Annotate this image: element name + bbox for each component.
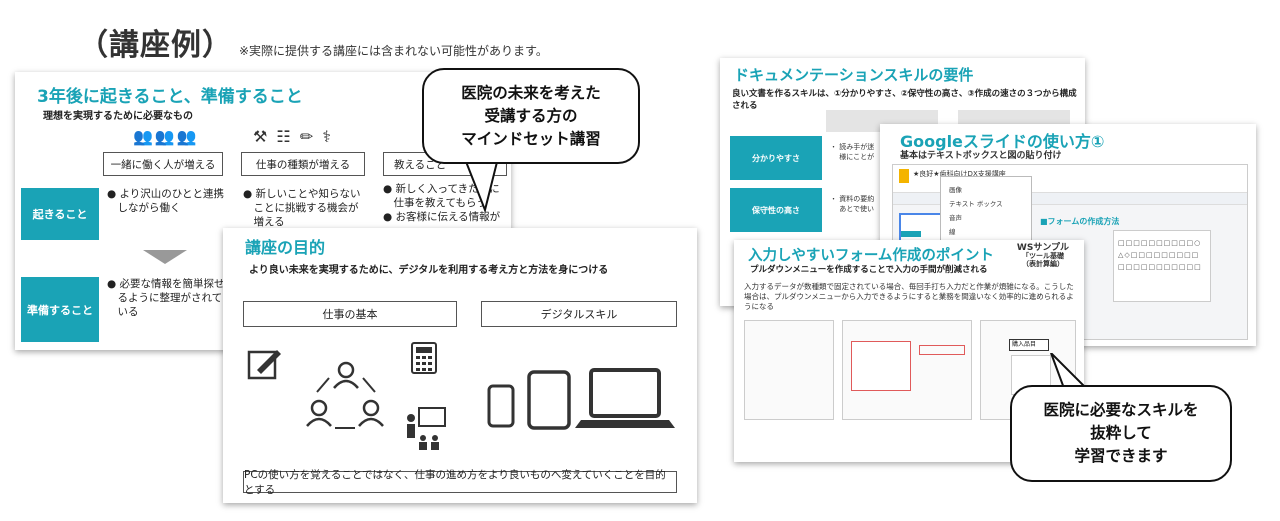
calculator-icon — [411, 342, 437, 374]
shape-palette[interactable]: □□□□□□□□□□○△◇□□□□□□□□□□□□□□□□□□□□ — [1113, 230, 1211, 302]
box-more-job-types: 仕事の種類が増える — [241, 152, 365, 176]
slide-thumbnail[interactable] — [899, 213, 943, 243]
heading-main: （講座例） — [78, 28, 233, 63]
bullet-organize-info: ● 必要な情報を簡単探せ るように整理がされて いる — [107, 278, 225, 318]
box-digital-skills: デジタルスキル — [481, 301, 677, 327]
side-label-maintainability: 保守性の高さ — [730, 188, 822, 232]
ws-badge-title: WSサンプル — [1016, 243, 1070, 253]
menu-item-textbox[interactable]: テキスト ボックス — [949, 197, 1031, 211]
slide2-title: 講座の目的 — [245, 238, 326, 257]
ws-badge-line-1: 「ツール基礎 — [1022, 252, 1064, 260]
callout2-line-1: 医院に必要なスキルを — [1043, 401, 1199, 419]
callout-skills: 医院に必要なスキルを 抜粋して 学習できます — [1010, 385, 1232, 482]
slide5-paragraph: 入力するデータが数種類で固定されている場合、毎回手打ち入力だと作業が煩雑になる。… — [744, 282, 1074, 311]
callout1-line-1: 医院の未来を考えた — [461, 83, 601, 102]
callout2-line-2: 抜粋して — [1090, 424, 1152, 442]
dropdown-cell[interactable]: 購入品目 — [1009, 339, 1049, 351]
slides-logo-icon — [899, 169, 909, 183]
slide1-title: 3年後に起きること、準備すること — [37, 87, 303, 107]
side-label-clarity: 分かりやすさ — [730, 136, 822, 180]
devices-icon — [487, 368, 675, 430]
step-panel-2 — [842, 320, 972, 420]
edit-note-icon — [247, 350, 281, 380]
box-more-colleagues: 一緒に働く人が増える — [103, 152, 223, 176]
slide4-subtitle: 基本はテキストボックスと図の貼り付け — [900, 151, 1062, 161]
bullet-collaborate: ● より沢山のひとと連携 しながら働く — [107, 188, 224, 214]
clarity-text: ・ 読み手が迷 様にことが — [830, 143, 875, 161]
maintainability-text: ・ 資料の要約 あとで使い — [830, 195, 875, 213]
ws-sample-badge: WSサンプル 「ツール基礎 （表計算編） — [1016, 243, 1070, 269]
presenter-icon — [407, 407, 446, 450]
slide3-subtitle: 良い文書を作るスキルは、①分かりやすさ、②保守性の高さ、③作成の速さの３つから構… — [732, 89, 1077, 111]
slide-course-purpose: 講座の目的 より良い未来を実現するために、デジタルを利用する考え方と方法を身につ… — [223, 228, 697, 503]
bullet-new-challenges: ● 新しいことや知らない ことに挑戦する機会が 増える — [243, 188, 361, 228]
ws-badge-line-2: （表計算編） — [1022, 260, 1064, 268]
people-group-icon: 👥👥👥 — [133, 127, 199, 146]
slide2-footer: PCの使い方を覚えることではなく、仕事の進め方をより良いものへ変えていくことを目… — [243, 469, 677, 496]
slide5-title: 入力しやすいフォーム作成のポイント — [748, 248, 994, 264]
heading-note: ※実際に提供する講座には含まれない可能性があります。 — [239, 44, 548, 58]
menu-item-image[interactable]: 画像 — [949, 183, 1031, 197]
team-cycle-icon — [306, 361, 384, 429]
section-heading: （講座例） ※実際に提供する講座には含まれない可能性があります。 — [78, 20, 548, 64]
slide1-subtitle: 理想を実現するために必要なもの — [43, 111, 193, 122]
box-work-basics: 仕事の基本 — [243, 301, 457, 327]
slide2-subtitle: より良い未来を実現するために、デジタルを利用する考え方と方法を身につける — [249, 265, 609, 276]
slide3-title: ドキュメンテーションスキルの要件 — [734, 66, 974, 84]
down-arrow-icon — [143, 250, 187, 264]
side-label-happens: 起きること — [21, 188, 99, 240]
work-tools-icon: ⚒ ☷ ✏ ⚕ — [253, 127, 334, 146]
callout1-line-2: 受講する方の — [484, 106, 578, 125]
callout2-line-3: 学習できます — [1074, 447, 1168, 465]
step-panel-1 — [744, 320, 834, 420]
callout1-line-3: マインドセット講習 — [461, 129, 601, 148]
callout-mindset: 医院の未来を考えた 受講する方の マインドセット講習 — [422, 68, 640, 164]
side-label-prepare: 準備すること — [21, 277, 99, 342]
form-section-heading: ■フォームの作成方法 — [1040, 217, 1120, 226]
menu-item-line[interactable]: 線 — [949, 225, 1031, 239]
menu-item-audio[interactable]: 音声 — [949, 211, 1031, 225]
slide5-subtitle: プルダウンメニューを作成することで入力の手間が削減される — [750, 265, 988, 275]
